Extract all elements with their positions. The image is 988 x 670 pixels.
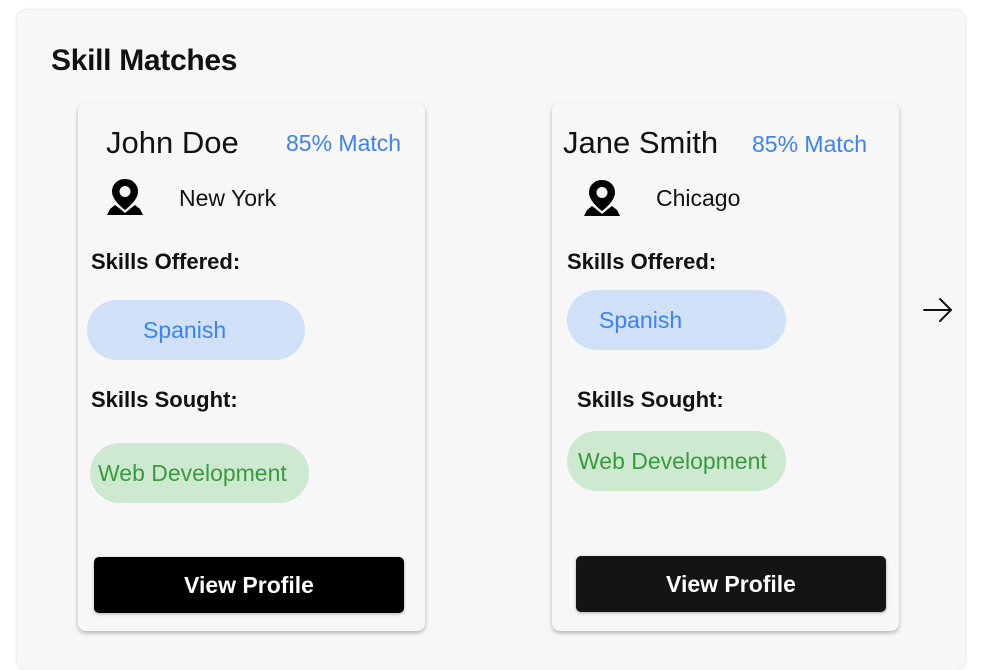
person-name: Jane Smith — [563, 125, 719, 160]
match-percentage: 85% Match — [286, 130, 402, 156]
location-pin-icon — [107, 179, 143, 215]
skill-tag-offered[interactable]: Spanish — [567, 290, 786, 350]
location-text: New York — [179, 185, 277, 211]
location-text: Chicago — [656, 185, 741, 211]
skill-tag-label: Spanish — [143, 316, 227, 343]
skill-tag-label: Web Development — [98, 459, 287, 486]
skill-tag-offered[interactable]: Spanish — [87, 300, 305, 360]
skills-offered-label: Skills Offered: — [91, 249, 241, 274]
section-title: Skill Matches — [51, 44, 238, 77]
view-profile-button[interactable]: View Profile — [94, 557, 404, 613]
skill-tag-sought[interactable]: Web Development — [90, 443, 309, 503]
skill-tag-label: Spanish — [599, 306, 683, 333]
skills-sought-label: Skills Sought: — [91, 387, 238, 412]
arrow-right-icon[interactable] — [922, 296, 954, 324]
skills-offered-label: Skills Offered: — [567, 249, 717, 274]
person-name: John Doe — [106, 125, 239, 160]
match-card: John Doe 85% Match New York Skills Offer… — [78, 103, 425, 631]
skill-tag-sought[interactable]: Web Development — [567, 431, 786, 491]
location-pin-icon — [584, 180, 620, 216]
match-card: Jane Smith 85% Match Chicago Skills Offe… — [552, 103, 899, 631]
skills-sought-label: Skills Sought: — [577, 387, 724, 412]
skill-tag-label: Web Development — [578, 447, 767, 474]
view-profile-button[interactable]: View Profile — [576, 556, 886, 612]
match-percentage: 85% Match — [752, 131, 868, 157]
